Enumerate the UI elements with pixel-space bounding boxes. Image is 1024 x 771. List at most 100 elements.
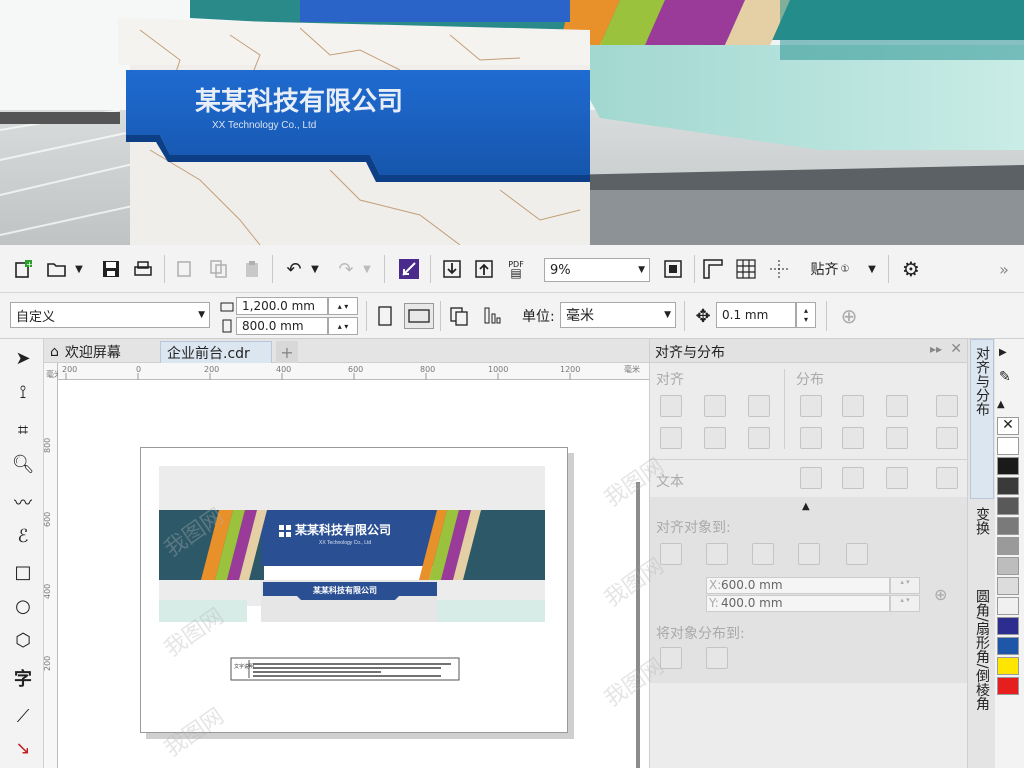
distribute-center-h-icon[interactable]	[842, 395, 864, 417]
page-center-icon[interactable]	[752, 543, 774, 565]
distribute-left-icon[interactable]	[800, 395, 822, 417]
export-file-icon[interactable]	[472, 257, 496, 281]
paste-icon[interactable]	[240, 257, 266, 281]
no-color-swatch[interactable]: ✕	[997, 417, 1019, 435]
color-swatch[interactable]	[997, 457, 1019, 475]
vtab-align-distribute[interactable]: 对齐与分布	[970, 339, 994, 499]
color-swatch[interactable]	[997, 637, 1019, 655]
snap-to-menu[interactable]: 贴齐 ①	[800, 257, 860, 281]
connector-tool-icon[interactable]: ↘	[8, 733, 38, 763]
zoom-tool-icon[interactable]: 🔍︎	[8, 449, 38, 479]
ellipse-tool-icon[interactable]: ○	[8, 591, 38, 621]
pick-tool-icon[interactable]: ➤	[8, 343, 38, 373]
new-document-icon[interactable]: +	[10, 257, 36, 281]
open-folder-icon[interactable]	[44, 257, 70, 281]
new-tab-button[interactable]: +	[276, 341, 298, 363]
import-icon[interactable]	[396, 257, 422, 281]
snap-dropdown-icon[interactable]: ▼	[864, 257, 880, 281]
page-width-input[interactable]: 1,200.0 mm	[236, 297, 328, 315]
align-top-icon[interactable]	[660, 427, 682, 449]
landscape-icon[interactable]	[404, 303, 434, 329]
color-swatch[interactable]	[997, 577, 1019, 595]
save-icon[interactable]	[98, 257, 124, 281]
color-swatch[interactable]	[997, 617, 1019, 635]
text-outline-icon[interactable]	[936, 467, 958, 489]
redo-icon[interactable]: ↷	[334, 257, 358, 281]
vertical-scrollbar[interactable]	[636, 482, 640, 768]
page-height-input[interactable]: 800.0 mm	[236, 317, 328, 335]
open-dropdown-icon[interactable]: ▼	[72, 257, 86, 281]
portrait-icon[interactable]	[374, 303, 396, 329]
zoom-fit-icon[interactable]	[660, 257, 686, 281]
align-right-icon[interactable]	[748, 395, 770, 417]
palette-menu-icon[interactable]: ▲	[997, 399, 1005, 410]
vtab-fillet[interactable]: 圆角/扇形角/倒棱角	[970, 583, 994, 768]
distribute-to-selection-icon[interactable]	[660, 647, 682, 669]
units-select[interactable]: 毫米 ▼	[560, 302, 676, 328]
align-center-v-icon[interactable]	[704, 427, 726, 449]
palette-scroll-up-icon[interactable]: ▶	[999, 347, 1007, 358]
y-coordinate-input[interactable]: Y: 400.0 mm	[706, 595, 890, 612]
undo-icon[interactable]: ↶	[282, 257, 306, 281]
shape-tool-icon[interactable]: ⟟	[8, 377, 38, 407]
distribute-right-icon[interactable]	[936, 395, 958, 417]
pick-point-icon[interactable]: ⊕	[934, 585, 947, 604]
vertical-ruler[interactable]: 800 600 400 200 毫米	[43, 363, 62, 768]
color-swatch[interactable]	[997, 557, 1019, 575]
docker-collapse-icon[interactable]: ▸▸	[930, 342, 942, 356]
horizontal-ruler[interactable]: 200 0 200 400 600 800 1000 1200 毫米	[58, 363, 649, 380]
distribute-spacing-v-icon[interactable]	[886, 427, 908, 449]
color-swatch[interactable]	[997, 477, 1019, 495]
current-page-icon[interactable]	[480, 303, 506, 329]
tab-welcome[interactable]: ⌂ 欢迎屏幕	[44, 341, 160, 363]
text-tool-icon[interactable]: 字	[8, 663, 38, 693]
print-icon[interactable]	[130, 257, 156, 281]
export-pdf-icon[interactable]: PDF ▤	[502, 257, 530, 281]
copy-icon[interactable]	[206, 257, 232, 281]
x-stepper[interactable]: ▴ ▾	[890, 577, 920, 594]
color-swatch[interactable]	[997, 677, 1019, 695]
zoom-level-select[interactable]: 9% ▼	[544, 258, 650, 282]
distribute-spacing-h-icon[interactable]	[886, 395, 908, 417]
drawing-canvas[interactable]: 某某科技有限公司 XX Technology Co., Ltd 某某科技有限公司…	[58, 380, 649, 768]
nudge-stepper[interactable]: ▴ ▾	[796, 302, 816, 328]
color-swatch[interactable]	[997, 437, 1019, 455]
tab-document[interactable]: 企业前台.cdr	[160, 341, 272, 363]
specified-point-icon[interactable]	[846, 543, 868, 565]
eyedropper-icon[interactable]: ✎	[999, 369, 1011, 385]
toolbar-overflow-icon[interactable]: »	[992, 257, 1016, 281]
grid-icon[interactable]	[798, 543, 820, 565]
distribute-bottom-icon[interactable]	[936, 427, 958, 449]
crop-tool-icon[interactable]: ⌗	[8, 415, 38, 445]
undo-dropdown-icon[interactable]: ▼	[308, 257, 322, 281]
section-collapse-icon[interactable]: ▲	[802, 501, 810, 512]
text-baseline-last-icon[interactable]	[842, 467, 864, 489]
color-swatch[interactable]	[997, 537, 1019, 555]
parallel-dimension-icon[interactable]: ⟋	[8, 701, 38, 731]
text-baseline-first-icon[interactable]	[800, 467, 822, 489]
gear-icon[interactable]: ⚙	[898, 257, 924, 281]
color-swatch[interactable]	[997, 517, 1019, 535]
polygon-tool-icon[interactable]: ⬡	[8, 625, 38, 655]
x-coordinate-input[interactable]: X: 600.0 mm	[706, 577, 890, 594]
close-icon[interactable]: ✕	[950, 341, 962, 357]
active-objects-icon[interactable]	[660, 543, 682, 565]
y-stepper[interactable]: ▴ ▾	[890, 595, 920, 612]
page-edge-icon[interactable]	[706, 543, 728, 565]
align-center-h-icon[interactable]	[704, 395, 726, 417]
grid-icon[interactable]	[733, 257, 759, 281]
import-file-icon[interactable]	[440, 257, 464, 281]
nudge-distance-input[interactable]: 0.1 mm	[716, 302, 796, 328]
vtab-transform[interactable]: 变换	[970, 501, 994, 581]
color-swatch[interactable]	[997, 597, 1019, 615]
distribute-to-page-icon[interactable]	[706, 647, 728, 669]
all-pages-icon[interactable]	[446, 303, 472, 329]
color-swatch[interactable]	[997, 497, 1019, 515]
rulers-icon[interactable]	[700, 257, 726, 281]
align-bottom-icon[interactable]	[748, 427, 770, 449]
distribute-center-v-icon[interactable]	[842, 427, 864, 449]
redo-dropdown-icon[interactable]: ▼	[360, 257, 374, 281]
add-page-icon[interactable]: ⊕	[836, 303, 862, 329]
artistic-media-icon[interactable]: ℰ	[8, 521, 38, 551]
cut-icon[interactable]	[172, 257, 198, 281]
